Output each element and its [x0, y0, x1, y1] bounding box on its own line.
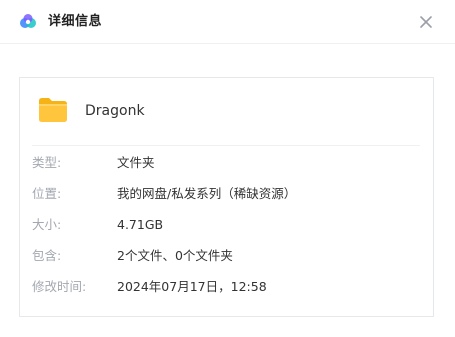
close-icon[interactable]: [416, 12, 436, 32]
detail-label: 大小:: [32, 217, 62, 232]
detail-label: 类型:: [32, 155, 62, 170]
folder-icon: [37, 96, 69, 124]
detail-value: 文件夹: [117, 155, 155, 170]
detail-value: 4.71GB: [117, 217, 164, 232]
detail-value: 2024年07月17日，12:58: [117, 279, 267, 294]
dialog-title: 详细信息: [48, 14, 103, 29]
file-summary: Dragonk: [20, 78, 433, 146]
divider: [32, 145, 420, 146]
details-card: Dragonk 类型: 文件夹 位置: 我的网盘/私发系列（稀缺资源） 大小: …: [19, 77, 434, 317]
detail-row-location: 位置: 我的网盘/私发系列（稀缺资源）: [32, 184, 422, 204]
cloud-logo-icon: [18, 12, 38, 32]
detail-row-contains: 包含: 2个文件、0个文件夹: [32, 246, 422, 266]
detail-row-type: 类型: 文件夹: [32, 153, 422, 173]
detail-label: 位置:: [32, 186, 62, 201]
detail-value: 2个文件、0个文件夹: [117, 248, 233, 263]
detail-label: 修改时间:: [32, 279, 87, 294]
detail-row-size: 大小: 4.71GB: [32, 215, 422, 235]
detail-row-modified: 修改时间: 2024年07月17日，12:58: [32, 277, 422, 297]
detail-value: 我的网盘/私发系列（稀缺资源）: [117, 186, 297, 201]
file-details-dialog: 详细信息 Dragonk 类型: 文件夹 位置: 我的网盘/私发系列（稀缺资源）…: [0, 0, 455, 337]
dialog-header: 详细信息: [0, 0, 455, 44]
file-name: Dragonk: [85, 103, 145, 119]
detail-label: 包含:: [32, 248, 62, 263]
